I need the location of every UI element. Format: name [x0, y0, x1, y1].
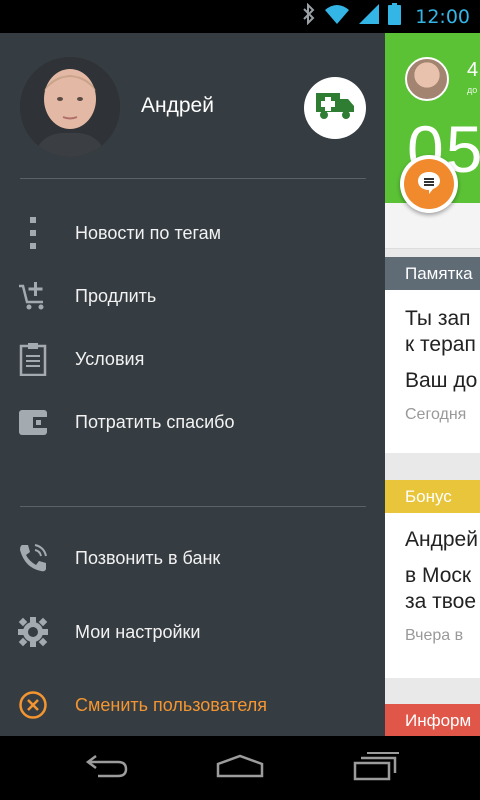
menu-item-my-settings[interactable]: Мои настройки: [0, 602, 385, 662]
card-meta: Вчера в: [405, 627, 464, 644]
signal-icon: [358, 3, 380, 30]
main-content: 4 до 05 Памятка Ты зап к терап Ваш до Се…: [385, 33, 480, 736]
status-bar: 12:00: [0, 0, 480, 33]
menu-item-label: Условия: [75, 348, 145, 369]
user-name: Андрей: [141, 94, 214, 117]
close-circle-icon: [16, 688, 50, 722]
menu-item-switch-user[interactable]: Сменить пользователя: [0, 675, 385, 735]
drawer-divider: [20, 506, 366, 507]
back-icon: [82, 752, 130, 785]
home-button[interactable]: [210, 750, 270, 786]
card-line: к терап: [405, 333, 476, 356]
chat-button[interactable]: [400, 155, 458, 213]
card-line: в Моск: [405, 564, 472, 587]
card-line: Андрей: [405, 528, 478, 551]
menu-item-label: Продлить: [75, 285, 157, 306]
menu-item-label: Новости по тегам: [75, 222, 222, 243]
recent-apps-icon: [351, 751, 399, 786]
menu-item-label: Позвонить в банк: [75, 547, 221, 568]
card-tag: Бонус: [385, 480, 480, 513]
menu-item-call-bank[interactable]: Позвонить в банк: [0, 528, 385, 588]
hero-avatar[interactable]: [405, 57, 449, 101]
chat-icon: [416, 169, 442, 200]
wifi-icon: [324, 3, 350, 30]
drawer-divider: [20, 178, 366, 179]
cart-add-icon: [16, 279, 50, 313]
hero-subtext: до: [467, 85, 478, 95]
more-vertical-icon: [16, 216, 50, 250]
menu-item-label: Потратить спасибо: [75, 411, 235, 432]
ambulance-icon: [315, 90, 355, 127]
hero-number-small: 4: [467, 59, 479, 81]
navigation-drawer: Андрей Новости по тегам Продлить Условия…: [0, 33, 385, 736]
menu-item-spend-thanks[interactable]: Потратить спасибо: [0, 392, 385, 452]
battery-icon: [388, 3, 402, 30]
back-button[interactable]: [76, 750, 136, 786]
recent-apps-button[interactable]: [345, 750, 405, 786]
menu-item-label: Мои настройки: [75, 621, 201, 642]
menu-item-news-by-tags[interactable]: Новости по тегам: [0, 203, 385, 263]
menu-item-terms[interactable]: Условия: [0, 329, 385, 389]
home-icon: [214, 752, 266, 785]
card-line: Ты зап: [405, 307, 471, 330]
menu-item-label: Сменить пользователя: [75, 694, 267, 715]
card-bonus[interactable]: Бонус Андрей в Моск за твое Вчера в: [385, 480, 480, 678]
card-memo[interactable]: Памятка Ты зап к терап Ваш до Сегодня: [385, 257, 480, 453]
card-line: за твое: [405, 590, 477, 613]
system-nav-bar: [0, 736, 480, 800]
bluetooth-icon: [302, 2, 316, 30]
gear-icon: [16, 615, 50, 649]
clipboard-icon: [16, 342, 50, 376]
user-avatar[interactable]: [20, 57, 120, 157]
status-time: 12:00: [415, 5, 470, 28]
emergency-button[interactable]: [304, 77, 366, 139]
card-info[interactable]: Информ: [385, 704, 480, 736]
phone-call-icon: [16, 541, 50, 575]
wallet-icon: [16, 405, 50, 439]
card-tag: Информ: [385, 704, 480, 736]
card-line: Ваш до: [405, 369, 478, 392]
menu-item-extend[interactable]: Продлить: [0, 266, 385, 326]
card-meta: Сегодня: [405, 406, 467, 423]
card-tag: Памятка: [385, 257, 480, 290]
